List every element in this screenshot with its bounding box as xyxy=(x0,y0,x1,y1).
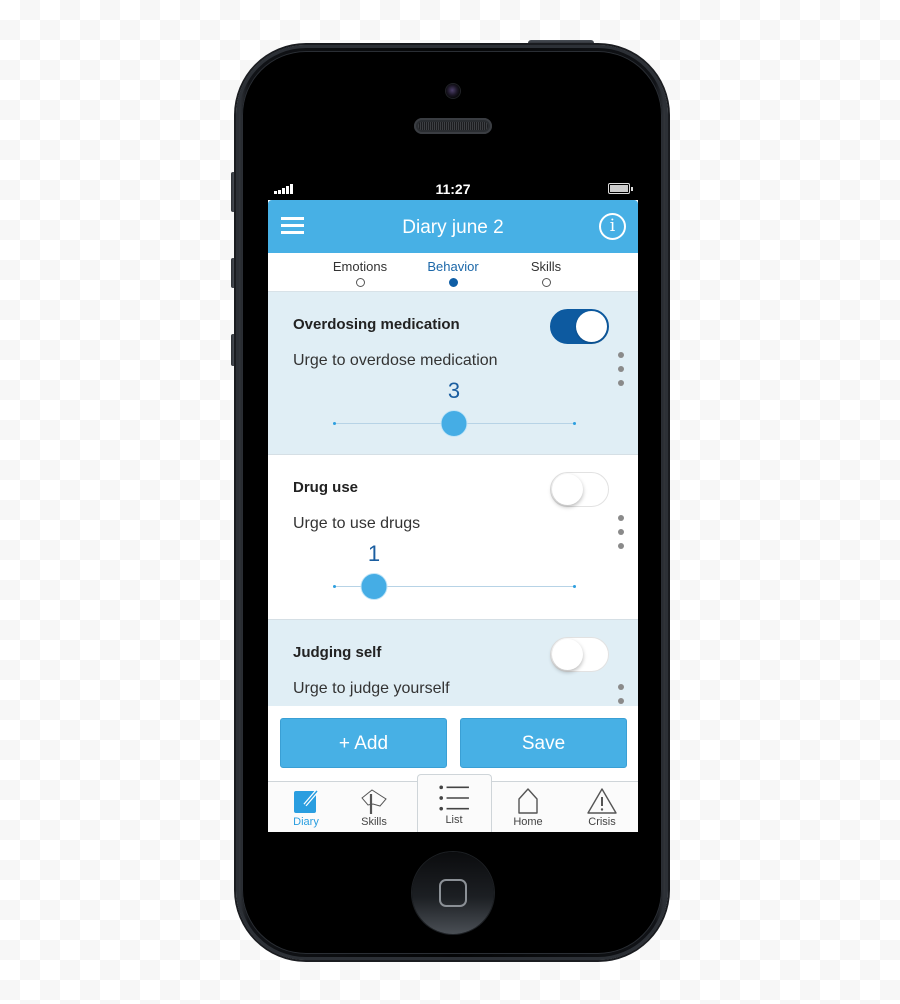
tab-label: Behavior xyxy=(427,259,479,274)
diary-pencil-icon xyxy=(294,789,319,813)
screen: 11:27 Diary june 2 i Emotions Behavior S… xyxy=(268,178,638,832)
app-header: Diary june 2 i xyxy=(268,200,638,253)
action-bar: + Add Save xyxy=(268,706,638,780)
battery-icon xyxy=(608,183,633,194)
nav-label: Home xyxy=(513,816,543,828)
more-options-icon[interactable] xyxy=(617,352,625,386)
page-title: Diary june 2 xyxy=(402,217,504,238)
tab-label: Emotions xyxy=(332,259,388,274)
save-button[interactable]: Save xyxy=(460,718,627,768)
behavior-card: Overdosing medication Urge to overdose m… xyxy=(268,292,638,455)
front-camera xyxy=(446,84,460,98)
nav-list[interactable]: List xyxy=(419,782,489,826)
urge-label: Urge to use drugs xyxy=(293,515,421,532)
nav-skills[interactable]: Skills xyxy=(339,786,409,828)
nav-home[interactable]: Home xyxy=(493,786,563,828)
nav-label: Diary xyxy=(293,816,319,828)
tab-behavior[interactable]: Behavior xyxy=(408,259,498,287)
add-button[interactable]: + Add xyxy=(280,718,447,768)
urge-slider[interactable] xyxy=(333,573,576,600)
skills-flag-icon xyxy=(361,789,387,814)
list-icon xyxy=(439,785,469,811)
tab-label: Skills xyxy=(530,259,562,274)
nav-crisis[interactable]: Crisis xyxy=(567,786,637,828)
urge-slider[interactable] xyxy=(333,410,576,437)
earpiece-speaker xyxy=(414,118,492,134)
behavior-card: Drug use Urge to use drugs 1 xyxy=(268,455,638,620)
home-icon xyxy=(518,788,538,814)
status-time: 11:27 xyxy=(435,181,471,197)
home-hardware-button[interactable] xyxy=(412,852,494,934)
behavior-name: Drug use xyxy=(293,479,359,496)
urge-label: Urge to overdose medication xyxy=(293,352,498,369)
slider-thumb[interactable] xyxy=(440,410,468,437)
nav-label: List xyxy=(445,814,463,826)
tab-indicator-dot xyxy=(355,278,365,287)
warning-triangle-icon xyxy=(587,788,617,814)
tab-skills[interactable]: Skills xyxy=(501,259,591,287)
behavior-name: Overdosing medication xyxy=(293,316,460,333)
info-icon[interactable]: i xyxy=(599,213,626,240)
nav-label: Skills xyxy=(361,816,387,828)
urge-label: Urge to judge yourself xyxy=(293,680,450,697)
tab-indicator-dot xyxy=(448,278,458,287)
behavior-name: Judging self xyxy=(293,644,382,661)
nav-label: Crisis xyxy=(588,816,616,828)
section-tabs: Emotions Behavior Skills xyxy=(268,253,638,292)
bottom-navigation: Diary Skills List Home Crisis xyxy=(268,774,638,832)
behavior-card: Judging self Urge to judge yourself xyxy=(268,620,638,710)
status-bar: 11:27 xyxy=(268,178,638,200)
behavior-toggle[interactable] xyxy=(550,472,609,507)
tab-indicator-dot xyxy=(541,278,551,287)
urge-value: 1 xyxy=(367,541,381,566)
nav-diary[interactable]: Diary xyxy=(271,786,341,828)
slider-thumb[interactable] xyxy=(360,573,388,600)
behavior-toggle[interactable] xyxy=(550,309,609,344)
tab-emotions[interactable]: Emotions xyxy=(315,259,405,287)
urge-value: 3 xyxy=(447,378,461,403)
more-options-icon[interactable] xyxy=(617,515,625,549)
behavior-toggle[interactable] xyxy=(550,637,609,672)
